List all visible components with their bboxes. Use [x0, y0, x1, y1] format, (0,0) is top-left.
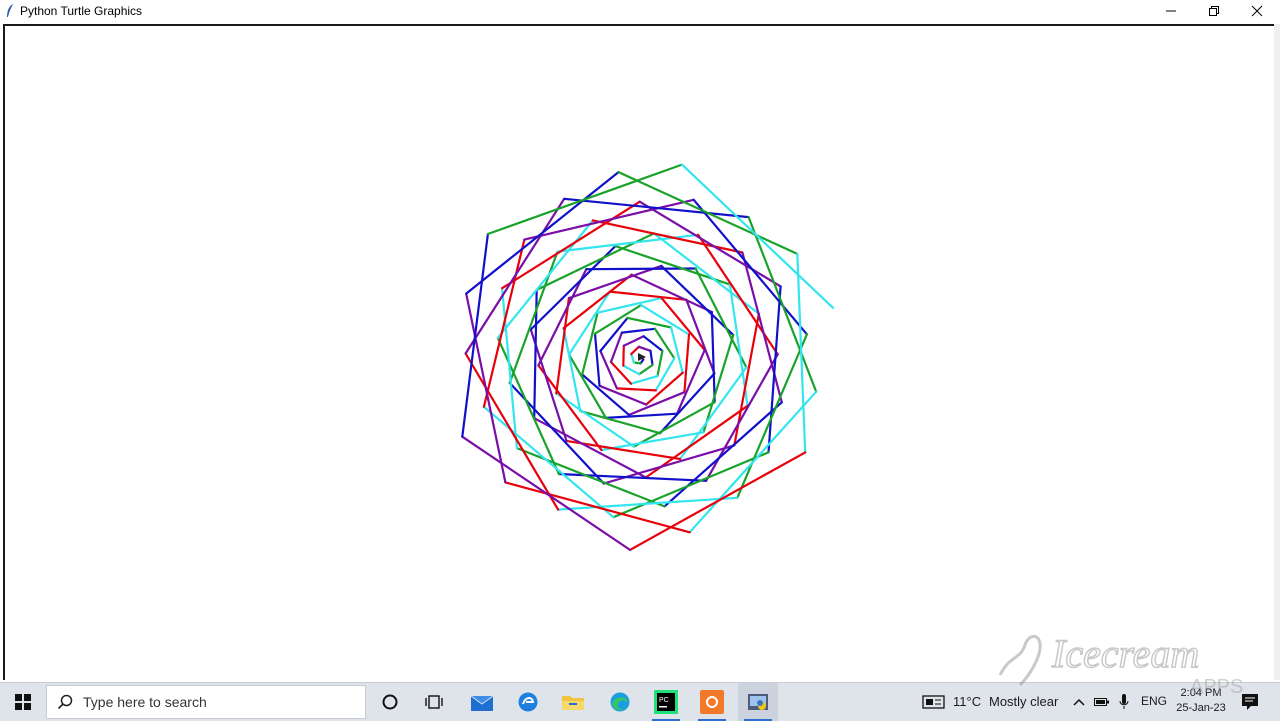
temperature-label[interactable]: 11°C — [953, 694, 981, 709]
spiral-segment — [710, 310, 716, 404]
file-explorer-icon — [562, 696, 584, 710]
start-button[interactable] — [0, 683, 46, 721]
python-turtle-button[interactable] — [738, 683, 778, 721]
spiral-segment — [653, 327, 676, 360]
vertical-scrollbar[interactable] — [1274, 24, 1280, 680]
restore-button[interactable] — [1193, 0, 1235, 22]
multitasking-icon — [425, 695, 443, 709]
spiral-segment — [622, 335, 645, 347]
python-turtle-icon — [748, 694, 768, 710]
spiral-segment — [604, 412, 679, 419]
taskbar-search-box[interactable]: Type here to search — [46, 685, 366, 719]
svg-text:APPS: APPS — [1190, 676, 1243, 698]
window-titlebar[interactable]: Python Turtle Graphics — [0, 0, 1280, 22]
file-explorer-button[interactable] — [553, 683, 593, 721]
spiral-segment — [599, 349, 619, 390]
mail-button[interactable] — [462, 683, 502, 721]
spiral-segment — [630, 345, 640, 356]
svg-text:PC: PC — [659, 697, 669, 704]
close-icon — [1251, 5, 1263, 17]
spiral-segment — [736, 333, 809, 499]
turtle-drawing — [461, 163, 835, 552]
spiral-segment — [675, 348, 706, 415]
recorder-icon — [700, 690, 724, 714]
minimize-icon — [1166, 10, 1176, 12]
spiral-segment — [649, 349, 654, 367]
spiral-segment — [562, 273, 633, 330]
close-button[interactable] — [1236, 0, 1278, 22]
search-icon — [57, 694, 73, 710]
recorder-button[interactable] — [692, 683, 732, 721]
task-view-button[interactable] — [370, 683, 410, 721]
spiral-segment — [620, 327, 657, 334]
multitasking-button[interactable] — [414, 683, 454, 721]
svg-text:Icecream: Icecream — [1051, 631, 1199, 676]
spiral-segment — [593, 332, 601, 387]
icecream-apps-watermark: Icecream APPS — [998, 630, 1243, 698]
spiral-segment — [656, 349, 664, 378]
feather-icon — [7, 4, 13, 17]
spiral-segment — [628, 451, 807, 552]
spiral-segment — [504, 481, 691, 534]
task-view-icon — [382, 694, 398, 710]
pycharm-button[interactable]: PC — [646, 683, 686, 721]
weather-icon — [922, 695, 945, 709]
spiral-segment — [486, 163, 684, 236]
spiral-segment — [615, 387, 657, 392]
mail-icon — [470, 695, 494, 711]
spiral-segment — [461, 435, 632, 552]
spiral-segment — [638, 363, 654, 376]
restore-icon — [1209, 6, 1219, 16]
spiral-segment — [637, 345, 652, 352]
pycharm-icon: PC — [654, 690, 678, 714]
edge-button[interactable] — [600, 683, 640, 721]
spiral-segment — [747, 216, 818, 393]
windows-icon — [15, 694, 31, 710]
edge-legacy-button[interactable] — [508, 683, 548, 721]
edge-icon — [610, 692, 630, 712]
spiral-segment — [669, 326, 684, 374]
turtle-canvas[interactable] — [3, 24, 1277, 680]
edge-legacy-icon — [518, 692, 538, 712]
spiral-segment — [683, 333, 691, 394]
spiral-segment — [630, 353, 636, 364]
minimize-button[interactable] — [1150, 0, 1192, 22]
window-title: Python Turtle Graphics — [20, 4, 143, 18]
search-placeholder: Type here to search — [83, 694, 207, 710]
spiral-segment — [629, 375, 659, 385]
spiral-segment — [622, 344, 625, 367]
spiral-segment — [622, 364, 641, 376]
